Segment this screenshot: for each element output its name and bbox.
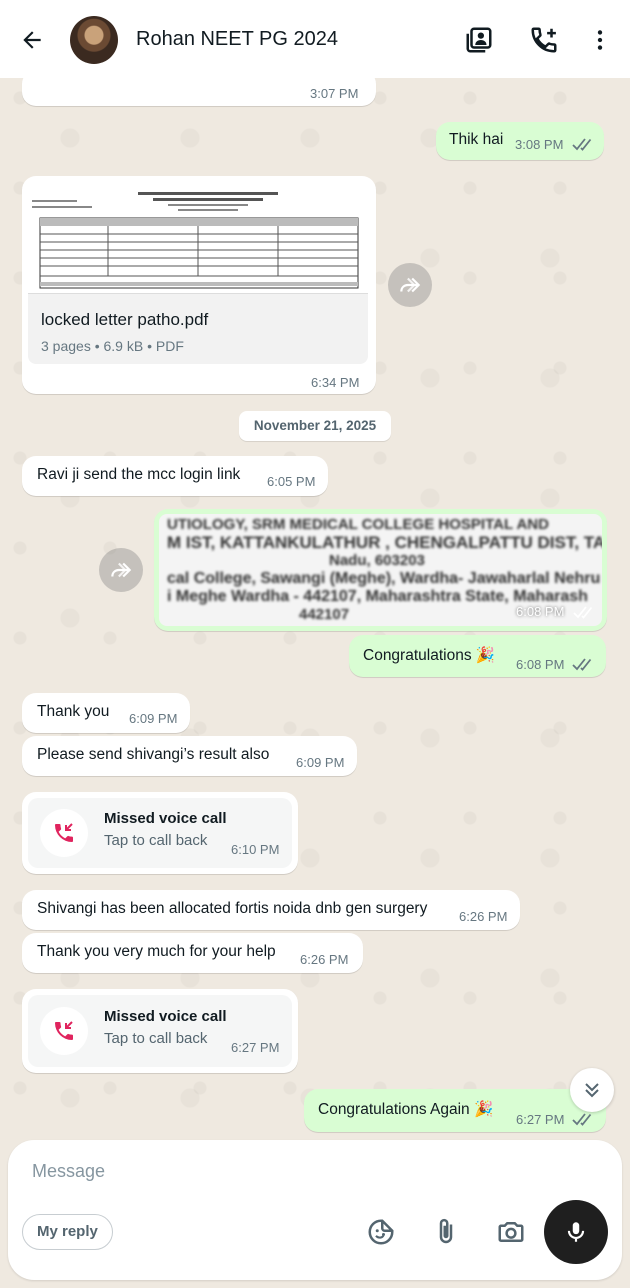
more-vert-icon bbox=[597, 30, 603, 50]
message-text: Ravi ji send the mcc login link bbox=[37, 466, 241, 483]
message-incoming[interactable]: Thank you very much for your help 6:26 P… bbox=[22, 933, 363, 973]
message-time: 6:05 PM bbox=[267, 474, 316, 489]
shared-image[interactable]: UTIOLOGY, SRM MEDICAL COLLEGE HOSPITAL A… bbox=[159, 514, 602, 626]
double-tick-icon bbox=[572, 1113, 592, 1126]
image-text-line: UTIOLOGY, SRM MEDICAL COLLEGE HOSPITAL A… bbox=[167, 516, 549, 533]
sticker-button[interactable] bbox=[363, 1214, 399, 1250]
chevron-down-double-icon bbox=[585, 1083, 599, 1098]
message-input[interactable] bbox=[32, 1156, 432, 1186]
message-text: Thank you very much for your help bbox=[37, 943, 276, 960]
document-preview bbox=[28, 186, 368, 293]
sticker-icon bbox=[368, 1219, 394, 1245]
camera-button[interactable] bbox=[493, 1214, 529, 1250]
more-options-button[interactable] bbox=[582, 22, 618, 58]
contact-card-icon bbox=[466, 27, 492, 53]
message-outgoing[interactable]: Thik hai 3:08 PM bbox=[436, 122, 604, 160]
missed-call-card[interactable]: Missed voice call Tap to call back 6:10 … bbox=[28, 798, 292, 868]
attach-button[interactable] bbox=[428, 1214, 464, 1250]
message-time: 3:07 PM bbox=[310, 86, 359, 101]
header-edge bbox=[0, 70, 630, 78]
missed-call-card[interactable]: Missed voice call Tap to call back 6:27 … bbox=[28, 995, 292, 1067]
forward-icon bbox=[111, 562, 132, 578]
message-outgoing[interactable]: Congratulations Again 🎉 6:27 PM bbox=[304, 1089, 606, 1132]
image-text-line: Nadu, 603203 bbox=[329, 552, 425, 569]
back-button[interactable] bbox=[16, 24, 48, 56]
message-text: Shivangi has been allocated fortis noida… bbox=[37, 900, 428, 917]
missed-call-icon bbox=[55, 1021, 73, 1040]
attach-icon bbox=[439, 1218, 453, 1244]
message-time: 6:09 PM bbox=[296, 755, 345, 770]
message-text: Congratulations Again 🎉 bbox=[318, 1101, 494, 1118]
document-thumbnail[interactable] bbox=[28, 186, 368, 294]
message-time: 6:34 PM bbox=[311, 375, 360, 390]
image-text-line: M IST, KATTANKULATHUR , CHENGALPATTU DIS… bbox=[167, 533, 602, 552]
chat-header: Rohan NEET PG 2024 bbox=[0, 0, 630, 78]
my-reply-chip[interactable]: My reply bbox=[22, 1214, 113, 1250]
add-call-button[interactable] bbox=[526, 22, 562, 58]
message-time: 6:08 PM bbox=[516, 604, 565, 619]
double-tick-icon bbox=[572, 138, 592, 151]
call-title: Missed voice call bbox=[104, 810, 227, 827]
scroll-to-bottom-button[interactable] bbox=[570, 1068, 614, 1112]
double-tick-icon bbox=[572, 658, 592, 671]
message-text: Thik hai bbox=[449, 131, 504, 148]
missed-call-icon-wrap bbox=[40, 1007, 88, 1055]
message-incoming[interactable]: Ravi ji send the mcc login link 6:05 PM bbox=[22, 456, 328, 496]
message-text: Thank you bbox=[37, 703, 110, 720]
image-text-line: cal College, Sawangi (Meghe), Wardha- Ja… bbox=[167, 570, 601, 587]
missed-call-icon-wrap bbox=[40, 809, 88, 857]
contact-card-button[interactable] bbox=[461, 22, 497, 58]
message-missed-call[interactable]: Missed voice call Tap to call back 6:10 … bbox=[22, 792, 298, 874]
image-text-line: 442107 bbox=[299, 606, 350, 623]
message-time: 6:27 PM bbox=[231, 1040, 280, 1055]
message-text: Please send shivangi’s result also bbox=[37, 746, 270, 763]
message-incoming[interactable]: Please send shivangi’s result also 6:09 … bbox=[22, 736, 357, 776]
document-info[interactable]: locked letter patho.pdf 3 pages • 6.9 kB… bbox=[28, 294, 368, 364]
message-outgoing[interactable]: Congratulations 🎉 6:08 PM bbox=[349, 635, 606, 677]
double-tick-icon bbox=[573, 606, 593, 619]
add-call-icon bbox=[531, 27, 557, 53]
message-time: 6:09 PM bbox=[129, 711, 178, 726]
camera-icon bbox=[498, 1222, 524, 1242]
document-name: locked letter patho.pdf bbox=[41, 310, 209, 329]
missed-call-icon bbox=[55, 823, 73, 842]
message-time: 6:08 PM bbox=[516, 657, 565, 672]
call-subtitle: Tap to call back bbox=[104, 832, 208, 849]
message-time: 6:27 PM bbox=[516, 1112, 565, 1127]
composer: My reply bbox=[8, 1140, 622, 1280]
message-incoming[interactable]: Shivangi has been allocated fortis noida… bbox=[22, 890, 520, 930]
mic-icon bbox=[567, 1222, 585, 1242]
call-title: Missed voice call bbox=[104, 1008, 227, 1025]
message-incoming[interactable]: Thank you 6:09 PM bbox=[22, 693, 190, 733]
document-meta: 3 pages • 6.9 kB • PDF bbox=[41, 338, 184, 354]
voice-record-button[interactable] bbox=[544, 1200, 608, 1264]
forward-icon bbox=[400, 277, 421, 293]
call-subtitle: Tap to call back bbox=[104, 1030, 208, 1047]
date-separator: November 21, 2025 bbox=[239, 411, 391, 441]
message-time: 6:10 PM bbox=[231, 842, 280, 857]
message-missed-call[interactable]: Missed voice call Tap to call back 6:27 … bbox=[22, 989, 298, 1073]
forward-button[interactable] bbox=[99, 548, 143, 592]
message-time: 6:26 PM bbox=[300, 952, 349, 967]
contact-name[interactable]: Rohan NEET PG 2024 bbox=[136, 28, 338, 51]
forward-button[interactable] bbox=[388, 263, 432, 307]
back-arrow-icon bbox=[23, 31, 41, 49]
avatar[interactable] bbox=[70, 16, 118, 64]
message-text: Congratulations 🎉 bbox=[363, 647, 496, 664]
message-time: 3:08 PM bbox=[515, 137, 564, 152]
message-time: 6:26 PM bbox=[459, 909, 508, 924]
